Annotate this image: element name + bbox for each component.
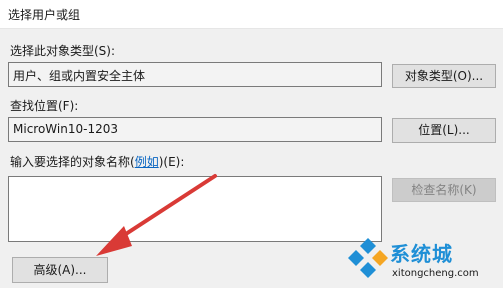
brand-url: xitongcheng.com (392, 268, 479, 279)
brand-name-cn: 系统城 (390, 242, 453, 266)
window-title: 选择用户或组 (8, 8, 81, 22)
examples-link[interactable]: 例如 (135, 155, 159, 169)
location-field: MicroWin10-1203 (8, 117, 382, 142)
location-label: 查找位置(F): (10, 99, 79, 113)
brand-logo-icon (348, 238, 388, 278)
title-bar: 选择用户或组 (0, 0, 503, 29)
object-type-label: 选择此对象类型(S): (10, 44, 116, 58)
object-types-button[interactable]: 对象类型(O)... (392, 64, 496, 88)
check-names-button[interactable]: 检查名称(K) (392, 178, 496, 202)
advanced-button[interactable]: 高级(A)... (12, 257, 108, 283)
object-names-label: 输入要选择的对象名称(例如)(E): (10, 155, 185, 169)
object-names-input[interactable] (8, 176, 382, 242)
locations-button[interactable]: 位置(L)... (392, 118, 496, 143)
object-type-field: 用户、组或内置安全主体 (8, 62, 382, 87)
watermark: 系统城 xitongcheng.com (344, 232, 500, 288)
